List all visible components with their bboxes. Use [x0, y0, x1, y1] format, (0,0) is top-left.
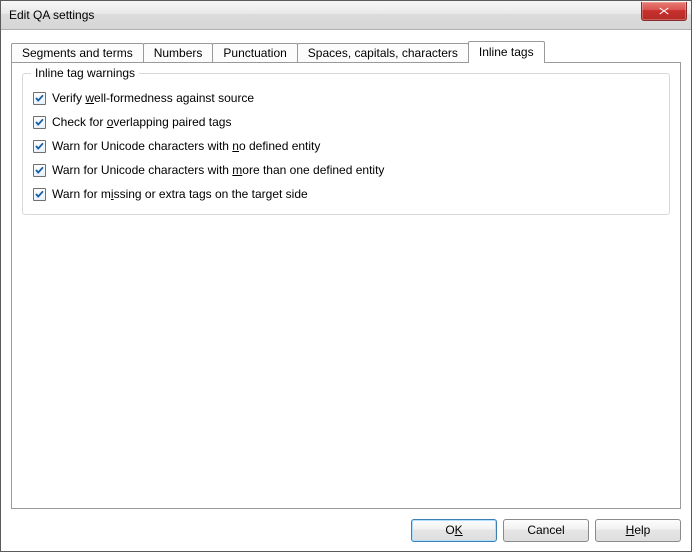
- close-button[interactable]: [641, 2, 687, 21]
- button-label: Help: [626, 523, 651, 537]
- option-label: Verify well-formedness against source: [52, 91, 254, 106]
- option-warn-unicode-more-than-one-entity[interactable]: Warn for Unicode characters with more th…: [33, 163, 659, 178]
- tab-label: Segments and terms: [22, 46, 133, 60]
- tab-inline-tags[interactable]: Inline tags: [468, 41, 545, 63]
- close-icon: [659, 7, 669, 15]
- checkbox[interactable]: [33, 164, 46, 177]
- tab-label: Punctuation: [223, 46, 286, 60]
- checkbox[interactable]: [33, 140, 46, 153]
- tab-strip: Segments and terms Numbers Punctuation S…: [11, 40, 681, 62]
- window-title: Edit QA settings: [9, 8, 641, 22]
- dialog-footer: OK Cancel Help: [1, 509, 691, 551]
- option-warn-missing-or-extra-tags[interactable]: Warn for missing or extra tags on the ta…: [33, 187, 659, 202]
- ok-button[interactable]: OK: [411, 519, 497, 542]
- tab-page-inline-tags: Inline tag warnings Verify well-formedne…: [11, 62, 681, 509]
- tab-label: Numbers: [154, 46, 203, 60]
- group-inline-tag-warnings: Inline tag warnings Verify well-formedne…: [22, 73, 670, 215]
- tab-segments-and-terms[interactable]: Segments and terms: [11, 43, 144, 63]
- checkbox[interactable]: [33, 92, 46, 105]
- tab-label: Inline tags: [479, 45, 534, 59]
- dialog-window: Edit QA settings Segments and terms Numb…: [0, 0, 692, 552]
- option-label: Warn for Unicode characters with more th…: [52, 163, 384, 178]
- button-label: OK: [445, 523, 462, 537]
- button-label: Cancel: [527, 523, 564, 537]
- help-button[interactable]: Help: [595, 519, 681, 542]
- titlebar: Edit QA settings: [1, 1, 691, 30]
- checkbox[interactable]: [33, 116, 46, 129]
- tab-spaces-capitals-characters[interactable]: Spaces, capitals, characters: [297, 43, 469, 63]
- tab-numbers[interactable]: Numbers: [143, 43, 214, 63]
- option-verify-wellformedness[interactable]: Verify well-formedness against source: [33, 91, 659, 106]
- tab-punctuation[interactable]: Punctuation: [212, 43, 297, 63]
- option-check-overlapping-paired-tags[interactable]: Check for overlapping paired tags: [33, 115, 659, 130]
- tab-label: Spaces, capitals, characters: [308, 46, 458, 60]
- checkbox[interactable]: [33, 188, 46, 201]
- client-area: Segments and terms Numbers Punctuation S…: [1, 30, 691, 509]
- group-legend: Inline tag warnings: [31, 66, 139, 80]
- cancel-button[interactable]: Cancel: [503, 519, 589, 542]
- option-label: Warn for Unicode characters with no defi…: [52, 139, 320, 154]
- option-label: Warn for missing or extra tags on the ta…: [52, 187, 308, 202]
- option-warn-unicode-no-defined-entity[interactable]: Warn for Unicode characters with no defi…: [33, 139, 659, 154]
- option-label: Check for overlapping paired tags: [52, 115, 231, 130]
